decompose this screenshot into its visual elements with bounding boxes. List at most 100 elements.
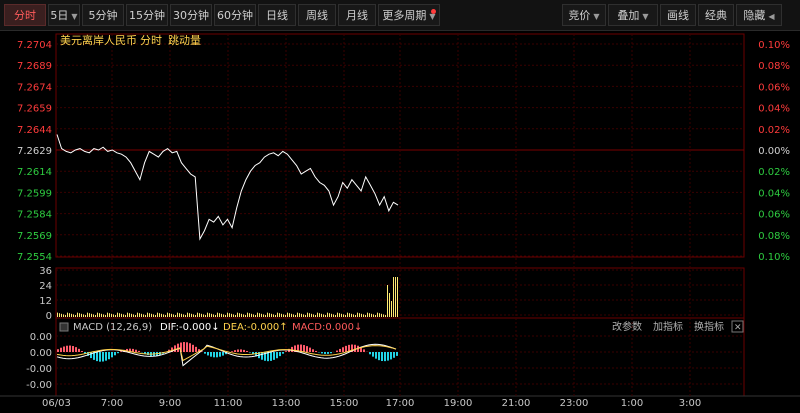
macd-bar	[195, 346, 197, 352]
volume-bar	[81, 313, 82, 317]
macd-bar	[135, 349, 137, 352]
volume-bar	[395, 277, 396, 317]
volume-bar	[203, 314, 204, 317]
volume-bar	[375, 315, 376, 317]
macd-bar	[315, 350, 317, 352]
volume-bar	[207, 312, 208, 317]
macd-bar	[114, 352, 116, 356]
volume-tick-label: 0	[46, 311, 52, 322]
tool-button-1[interactable]: 叠加 ▼	[608, 4, 658, 26]
volume-bar	[247, 312, 248, 317]
volume-bar	[137, 312, 138, 317]
volume-bar	[197, 312, 198, 317]
volume-bar	[113, 314, 114, 317]
volume-bar	[85, 315, 86, 317]
tool-button-2[interactable]: 画线	[660, 4, 696, 26]
volume-bar	[253, 314, 254, 317]
volume-bar	[119, 313, 120, 317]
volume-bar	[235, 315, 236, 317]
macd-bar	[390, 352, 392, 360]
notification-dot-icon	[431, 9, 436, 14]
volume-bar	[221, 313, 222, 317]
volume-bar	[363, 314, 364, 317]
macd-bar	[285, 351, 287, 352]
period-tab-label: 60分钟	[217, 9, 253, 22]
volume-bar	[213, 314, 214, 317]
volume-bar	[111, 313, 112, 317]
macd-bar	[108, 352, 110, 360]
period-tab-6[interactable]: 日线	[258, 4, 296, 26]
period-tab-4[interactable]: 30分钟	[170, 4, 212, 26]
time-tick-label: 19:00	[444, 398, 473, 409]
period-tab-1[interactable]: 5日 ▼	[48, 4, 80, 26]
macd-bar	[393, 352, 395, 358]
macd-bar	[270, 352, 272, 361]
macd-bar	[204, 352, 206, 354]
volume-bar	[59, 313, 60, 317]
macd-bar	[279, 352, 281, 357]
macd-bar	[381, 352, 383, 362]
macd-bar	[375, 352, 377, 359]
volume-bar	[323, 314, 324, 317]
period-tab-label: 分时	[14, 9, 36, 22]
volume-bar	[147, 312, 148, 317]
volume-bar	[199, 313, 200, 317]
macd-bar	[363, 349, 365, 352]
volume-bar	[347, 312, 348, 317]
period-tab-label: 5分钟	[88, 9, 118, 22]
volume-bar	[331, 313, 332, 317]
macd-tick-label: -0.00	[26, 380, 52, 391]
volume-bar	[61, 313, 62, 317]
volume-bar	[125, 315, 126, 317]
volume-bar	[103, 314, 104, 317]
macd-tick-label: 0.00	[30, 348, 52, 359]
period-tab-8[interactable]: 月线	[338, 4, 376, 26]
percent-tick-label: 0.10%	[758, 40, 790, 51]
macd-bar	[189, 343, 191, 352]
period-tab-2[interactable]: 5分钟	[82, 4, 124, 26]
tick-volume-label: 跳动量	[168, 33, 201, 47]
period-tab-7[interactable]: 周线	[298, 4, 336, 26]
change-params-button[interactable]: 改参数	[612, 320, 642, 333]
volume-bar	[153, 314, 154, 317]
tool-button-3[interactable]: 经典	[698, 4, 734, 26]
macd-bar	[276, 352, 278, 359]
volume-bar	[135, 315, 136, 317]
volume-bar	[101, 313, 102, 317]
price-tick-label: 7.2674	[17, 82, 52, 93]
macd-bar	[174, 345, 176, 352]
macd-bar	[384, 352, 386, 362]
volume-bar	[89, 313, 90, 317]
percent-tick-label: 0.10%	[758, 252, 790, 263]
period-tab-9[interactable]: 更多周期 ▼	[378, 4, 440, 26]
period-tab-3[interactable]: 15分钟	[126, 4, 168, 26]
volume-bar	[377, 312, 378, 317]
macd-bar	[249, 352, 251, 353]
intraday-chart[interactable]: 7.2704 7.2689 7.2674 7.2659 7.2644 7.2629 7.26…	[0, 30, 800, 413]
tool-button-4[interactable]: 隐藏 ◀	[736, 4, 782, 26]
volume-bar	[279, 313, 280, 317]
time-tick-label: 06/03	[42, 398, 71, 409]
volume-bar	[341, 313, 342, 317]
volume-tick-label: 24	[39, 281, 52, 292]
period-tab-5[interactable]: 60分钟	[214, 4, 256, 26]
percent-tick-label: 0.06%	[758, 210, 790, 221]
volume-bar	[117, 312, 118, 317]
period-tab-0[interactable]: 分时	[4, 4, 46, 26]
macd-bar	[207, 352, 209, 356]
price-tick-label: 7.2689	[17, 61, 52, 72]
switch-indicator-button[interactable]: 换指标	[694, 320, 724, 333]
tool-button-0[interactable]: 竞价 ▼	[562, 4, 606, 26]
price-tick-label: 7.2599	[17, 188, 52, 199]
volume-bar	[225, 315, 226, 317]
volume-bar	[143, 314, 144, 317]
macd-header: MACD (12,26,9) DIF:-0.000↓ DEA:-0.000↑ M…	[59, 320, 744, 333]
macd-bar	[336, 350, 338, 352]
volume-bar	[355, 315, 356, 317]
volume-bar	[239, 313, 240, 317]
volume-bar	[121, 313, 122, 317]
price-tick-label: 7.2629	[17, 146, 52, 157]
add-indicator-button[interactable]: 加指标	[653, 320, 683, 333]
time-tick-label: 23:00	[560, 398, 589, 409]
volume-bar	[127, 312, 128, 317]
